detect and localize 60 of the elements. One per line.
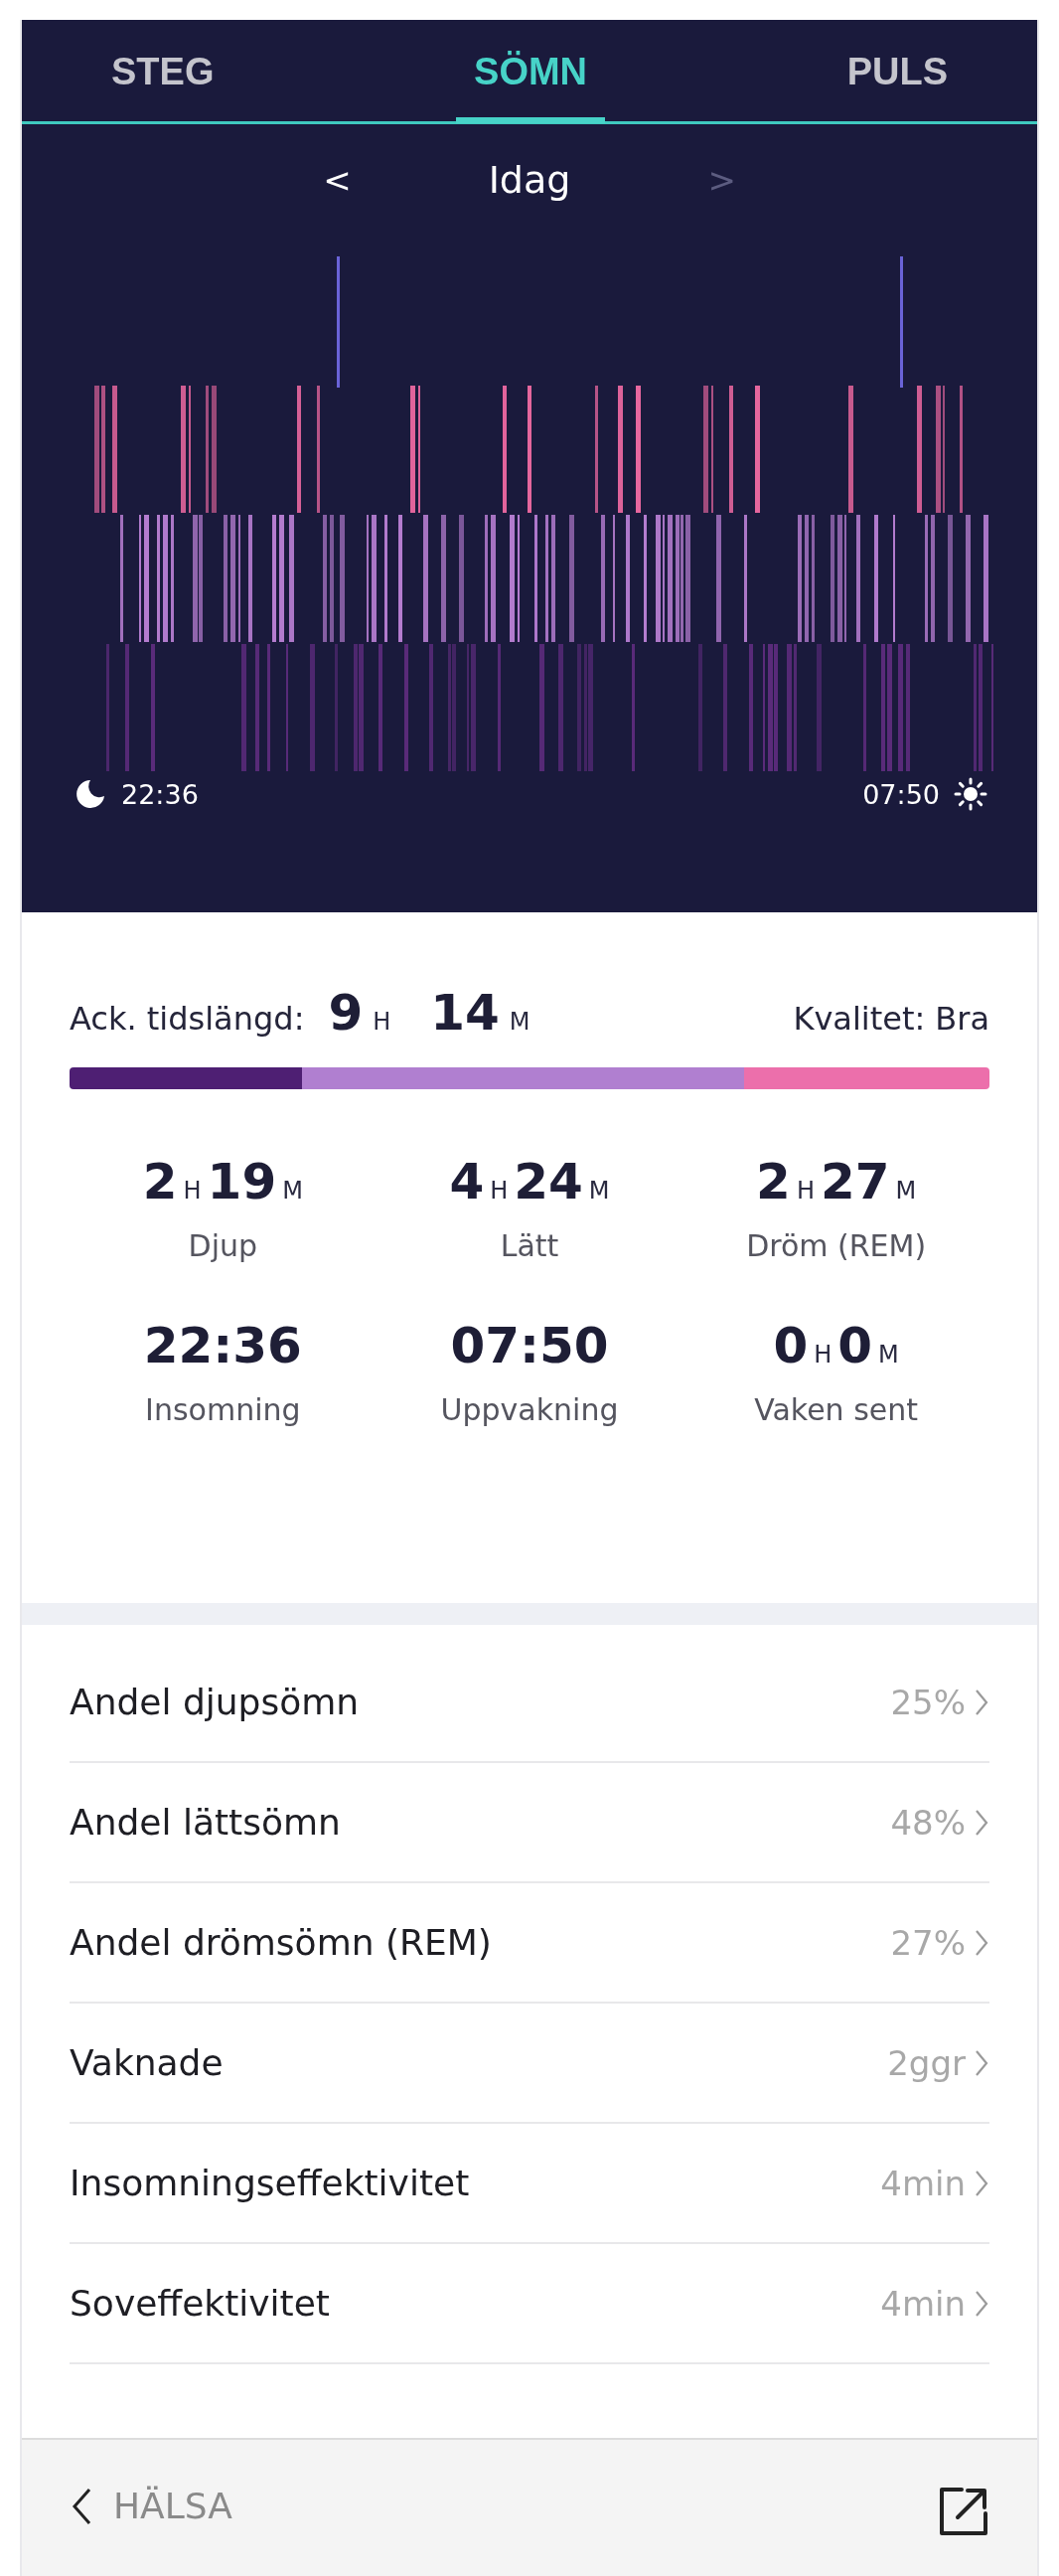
row-label: Andel drömsömn (REM): [70, 1922, 492, 1963]
stat-label: Insomning: [145, 1392, 301, 1427]
unit-label: H: [183, 1177, 202, 1205]
stat-label: Uppvakning: [440, 1392, 619, 1427]
stat-value: 2: [142, 1153, 178, 1210]
chevron-left-icon: [70, 2486, 93, 2526]
row-value: 2ggr: [887, 2042, 966, 2083]
stat-value: 22:36: [143, 1317, 302, 1374]
date-label: Idag: [488, 157, 571, 202]
stat-value: 0: [773, 1317, 809, 1374]
row-label: Soveffektivitet: [70, 2283, 330, 2324]
unit-label: M: [588, 1177, 610, 1205]
previous-day-button[interactable]: <: [315, 159, 360, 200]
unit-label: M: [878, 1341, 899, 1368]
stat-value: 4: [449, 1153, 485, 1210]
row-label: Andel djupsömn: [70, 1682, 360, 1722]
detail-row[interactable]: Andel drömsömn (REM) 27%: [70, 1883, 989, 2004]
stat-value: 0: [837, 1317, 873, 1374]
stat-value: 27: [820, 1153, 890, 1210]
stat-label: Dröm (REM): [746, 1228, 927, 1263]
quality-label: Kvalitet:: [793, 1000, 926, 1038]
row-label: Vaknade: [70, 2042, 224, 2083]
unit-label: H: [814, 1341, 832, 1368]
duration-value: 9: [328, 984, 364, 1042]
row-value: 48%: [890, 1802, 966, 1843]
bedtime-label: 22:36: [121, 778, 199, 810]
stat-value: 24: [514, 1153, 583, 1210]
stat-label: Vaken sent: [754, 1392, 919, 1427]
duration-value: 14: [430, 984, 500, 1042]
row-value: 27%: [890, 1922, 966, 1963]
wake-time-label: 07:50: [862, 778, 940, 810]
unit-label: H: [373, 1008, 391, 1036]
moon-icon: [74, 777, 107, 811]
row-label: Insomningseffektivitet: [70, 2163, 470, 2203]
stat-label: Djup: [188, 1228, 258, 1263]
total-duration-label: Ack. tidslängd:: [70, 1000, 305, 1038]
detail-row[interactable]: Soveffektivitet 4min: [70, 2244, 989, 2364]
stat-value: 2: [756, 1153, 791, 1210]
row-value: 25%: [890, 1682, 966, 1722]
row-value: 4min: [880, 2283, 966, 2324]
quality-value: Bra: [935, 1000, 989, 1038]
tab[interactable]: STEG: [93, 21, 232, 123]
detail-row[interactable]: Andel lättsömn 48%: [70, 1763, 989, 1883]
detail-row[interactable]: Andel djupsömn 25%: [70, 1643, 989, 1763]
detail-row[interactable]: Insomningseffektivitet 4min: [70, 2124, 989, 2244]
tab[interactable]: PULS: [829, 21, 966, 123]
row-value: 4min: [880, 2163, 966, 2203]
stat-value: 19: [207, 1153, 277, 1210]
share-icon[interactable]: [938, 2486, 989, 2537]
tab[interactable]: SÖMN: [456, 21, 606, 123]
unit-label: M: [895, 1177, 917, 1205]
detail-row[interactable]: Vaknade 2ggr: [70, 2004, 989, 2124]
stat-value: 07:50: [450, 1317, 609, 1374]
unit-label: M: [282, 1177, 303, 1205]
unit-label: M: [509, 1008, 530, 1036]
row-label: Andel lättsömn: [70, 1802, 341, 1843]
unit-label: H: [490, 1177, 509, 1205]
sun-icon: [954, 777, 987, 811]
unit-label: H: [796, 1177, 815, 1205]
stat-label: Lätt: [500, 1228, 559, 1263]
